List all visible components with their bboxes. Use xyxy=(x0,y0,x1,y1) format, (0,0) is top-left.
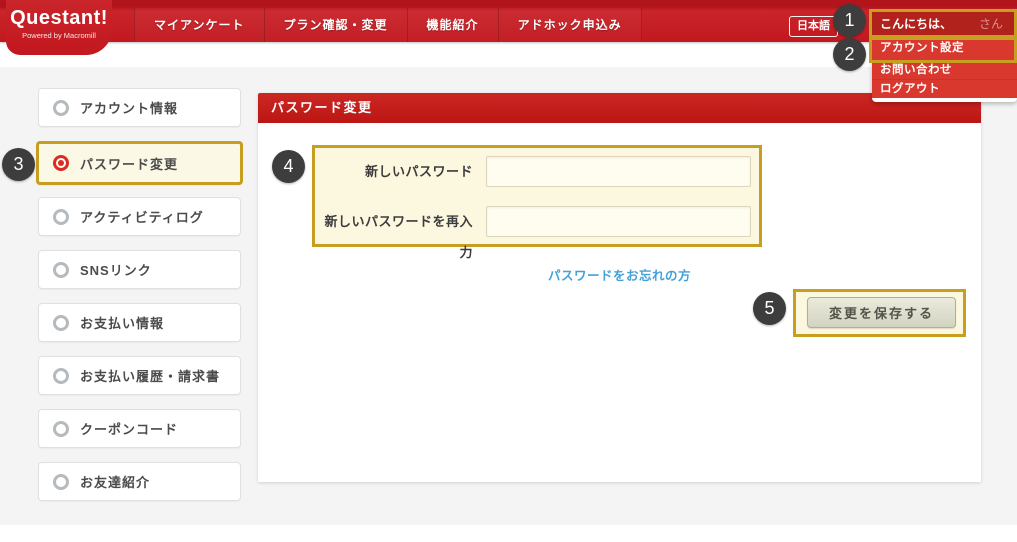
form-row: 新しいパスワードを再入力 xyxy=(315,206,759,260)
questant-logo[interactable]: Questant! Powered by Macromill xyxy=(6,0,112,55)
forgot-password-link[interactable]: パスワードをお忘れの方 xyxy=(548,269,691,283)
annotation-badge-2: 2 xyxy=(833,38,866,71)
greeting-text: こんにちは、 xyxy=(880,17,953,31)
nav-item-features[interactable]: 機能紹介 xyxy=(406,8,498,42)
confirm-password-label: 新しいパスワードを再入力 xyxy=(324,214,473,260)
radio-icon xyxy=(53,99,69,116)
confirm-password-input[interactable] xyxy=(486,206,751,237)
radio-icon xyxy=(53,208,69,225)
form-row: 新しいパスワード xyxy=(315,156,759,187)
greeting-row[interactable]: こんにちは、 さん xyxy=(872,12,1017,37)
sidebar-item-coupon-code[interactable]: クーポンコード xyxy=(38,409,241,448)
radio-icon xyxy=(53,420,69,437)
sidebar-item-billing-history[interactable]: お支払い履歴・請求書 xyxy=(38,356,241,395)
menu-item-contact[interactable]: お問い合わせ xyxy=(872,60,1017,79)
sidebar-item-activity-log[interactable]: アクティビティログ xyxy=(38,197,241,236)
sidebar-item-label: クーポンコード xyxy=(80,422,179,437)
sidebar-item-label: SNSリンク xyxy=(80,263,152,278)
annotation-badge-5: 5 xyxy=(753,292,786,325)
main-panel: パスワード変更 新しいパスワード 新しいパスワードを再入力 パスワードをお忘れの… xyxy=(258,93,981,482)
logo-tagline: Powered by Macromill xyxy=(22,31,96,40)
nav-item-adhoc[interactable]: アドホック申込み xyxy=(497,8,642,42)
panel-title: パスワード変更 xyxy=(271,100,373,115)
main-nav: マイアンケート プラン確認・変更 機能紹介 アドホック申込み xyxy=(134,8,642,42)
sidebar-item-sns-link[interactable]: SNSリンク xyxy=(38,250,241,289)
sidebar-item-label: お友達紹介 xyxy=(80,475,151,490)
annotation-badge-3: 3 xyxy=(2,148,35,181)
nav-item-my-surveys[interactable]: マイアンケート xyxy=(134,8,264,42)
account-dropdown: こんにちは、 さん アカウント設定 お問い合わせ ログアウト xyxy=(872,12,1017,102)
nav-item-plan[interactable]: プラン確認・変更 xyxy=(263,8,407,42)
account-menu: アカウント設定 お問い合わせ ログアウト xyxy=(872,37,1017,98)
save-button-highlight: 変更を保存する xyxy=(793,289,966,337)
sidebar-item-label: アカウント情報 xyxy=(80,101,179,116)
menu-item-logout[interactable]: ログアウト xyxy=(872,79,1017,98)
new-password-input[interactable] xyxy=(486,156,751,187)
sidebar-item-label: お支払い情報 xyxy=(80,316,165,331)
radio-icon xyxy=(53,473,69,490)
annotation-badge-1: 1 xyxy=(833,4,866,37)
radio-icon xyxy=(53,314,69,331)
greeting-name-suffix: さん xyxy=(978,17,1003,31)
sidebar-item-label: アクティビティログ xyxy=(80,210,204,225)
annotation-badge-4: 4 xyxy=(272,150,305,183)
save-button[interactable]: 変更を保存する xyxy=(807,297,956,328)
sidebar-item-password-change[interactable]: パスワード変更 xyxy=(36,141,243,185)
forgot-password-container: パスワードをお忘れの方 xyxy=(258,265,981,285)
page: マイアンケート プラン確認・変更 機能紹介 アドホック申込み 日本語 Questant… xyxy=(0,0,1017,542)
menu-item-account-settings[interactable]: アカウント設定 xyxy=(872,37,1017,60)
sidebar-item-account-info[interactable]: アカウント情報 xyxy=(38,88,241,127)
sidebar-item-label: お支払い履歴・請求書 xyxy=(80,369,221,384)
sidebar-item-label: パスワード変更 xyxy=(80,156,179,172)
radio-icon xyxy=(53,367,69,384)
sidebar-item-payment-info[interactable]: お支払い情報 xyxy=(38,303,241,342)
password-form-highlight: 新しいパスワード 新しいパスワードを再入力 xyxy=(312,145,762,260)
radio-icon xyxy=(53,155,69,171)
language-button[interactable]: 日本語 xyxy=(789,16,838,37)
sidebar: アカウント情報 パスワード変更アクティビティログ SNSリンク お支払い情報お支払い履… xyxy=(36,88,243,515)
logo-brand-text: Questant! xyxy=(10,7,108,29)
radio-icon xyxy=(53,261,69,278)
new-password-label: 新しいパスワード xyxy=(364,164,473,179)
sidebar-item-referral[interactable]: お友達紹介 xyxy=(38,462,241,501)
